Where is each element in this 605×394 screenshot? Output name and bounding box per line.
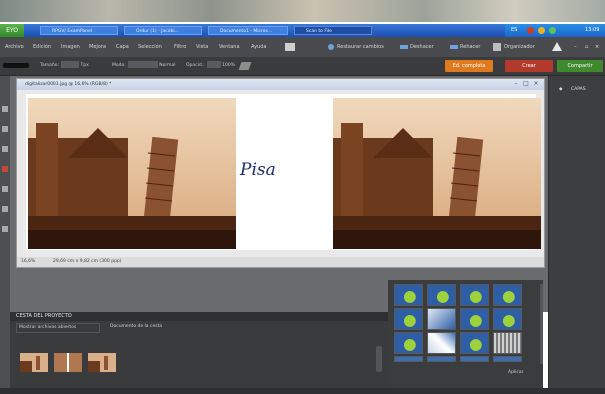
home-icon[interactable] bbox=[552, 42, 562, 51]
full-edit-tab[interactable]: Ed. completa bbox=[445, 60, 493, 72]
effects-panel: Aplicar bbox=[388, 280, 543, 388]
mode-control[interactable]: Modo: Normal bbox=[112, 57, 176, 75]
restore-button[interactable]: Restaurar cambios bbox=[337, 37, 384, 57]
clock: 13:09 bbox=[585, 27, 600, 33]
brush-preview-icon[interactable] bbox=[3, 63, 29, 68]
document-status-bar: 16,6% 29,69 cm x 9,82 cm (300 ppp) bbox=[17, 257, 544, 267]
layers-panel-header[interactable]: ◆ CAPAS bbox=[549, 84, 605, 96]
redo-icon bbox=[450, 45, 458, 49]
tool-icon[interactable] bbox=[2, 146, 8, 152]
taskbar-button-3[interactable]: Documento1 - Micros... bbox=[208, 26, 288, 35]
taskbar: EYO RPGV/ ExamPanel Ordur (1) - Jacobi..… bbox=[0, 24, 605, 37]
bin-label: Documento de la cesta bbox=[110, 324, 163, 329]
zoom-level[interactable]: 16,6% bbox=[21, 257, 35, 267]
menu-archivo[interactable]: Archivo bbox=[5, 37, 24, 57]
tray-icon[interactable] bbox=[538, 27, 545, 34]
image-canvas[interactable]: Pisa bbox=[26, 94, 541, 250]
doc-close-icon[interactable]: × bbox=[531, 80, 541, 88]
document-dimensions: 29,69 cm x 9,82 cm (300 ppp) bbox=[53, 259, 122, 264]
taskbar-button-1[interactable]: RPGV/ ExamPanel bbox=[40, 26, 118, 35]
size-control[interactable]: Tamaño: Tpx bbox=[40, 57, 89, 75]
effect-thumbnail[interactable] bbox=[460, 308, 489, 330]
menu-edicion[interactable]: Edición bbox=[33, 37, 51, 57]
taskbar-button-4[interactable]: Scan to File bbox=[294, 26, 372, 35]
effect-thumbnail[interactable] bbox=[394, 284, 423, 306]
tray-icon[interactable] bbox=[527, 27, 534, 34]
effect-thumbnail[interactable] bbox=[493, 308, 522, 330]
options-bar: Tamaño: Tpx Modo: Normal Opacid.: 100% E… bbox=[0, 57, 605, 76]
tool-icon[interactable] bbox=[2, 226, 8, 232]
apply-button[interactable]: Aplicar bbox=[508, 370, 524, 375]
effect-thumbnail[interactable] bbox=[427, 356, 456, 362]
effect-thumbnail[interactable] bbox=[460, 332, 489, 354]
menu-ayuda[interactable]: Ayuda bbox=[251, 37, 266, 57]
tool-icon[interactable] bbox=[2, 106, 8, 112]
show-files-dropdown[interactable]: Mostrar archivos abiertos bbox=[16, 323, 100, 333]
effect-thumbnail[interactable] bbox=[493, 332, 522, 354]
maximize-icon[interactable]: ▫ bbox=[585, 37, 588, 57]
close-icon[interactable]: × bbox=[595, 37, 599, 57]
bin-thumbnail[interactable] bbox=[88, 353, 116, 372]
restore-icon bbox=[328, 44, 334, 50]
project-bin-title[interactable]: CESTA DEL PROYECTO bbox=[10, 312, 388, 321]
palette-bin: ◆ CAPAS bbox=[548, 76, 605, 388]
tool-icon[interactable] bbox=[2, 166, 8, 172]
menu-imagen[interactable]: Imagen bbox=[61, 37, 80, 57]
effect-thumbnail[interactable] bbox=[427, 308, 456, 330]
stereo-photo-right bbox=[333, 98, 541, 249]
document-title[interactable]: digitalizar0001.jpg @ 16,6% (RGB/8) * bbox=[17, 79, 544, 90]
start-button[interactable]: EYO bbox=[0, 24, 24, 37]
organizer-icon bbox=[493, 43, 501, 51]
menu-ventana[interactable]: Ventana bbox=[219, 37, 240, 57]
handwritten-caption: Pisa bbox=[240, 160, 276, 180]
menu-filtro[interactable]: Filtro bbox=[174, 37, 186, 57]
effect-thumbnail[interactable] bbox=[493, 284, 522, 306]
tool-icon[interactable] bbox=[2, 126, 8, 132]
effect-thumbnail[interactable] bbox=[460, 356, 489, 362]
effect-thumbnail[interactable] bbox=[394, 356, 423, 362]
menu-mejora[interactable]: Mejora bbox=[89, 37, 106, 57]
organizer-button[interactable]: Organizador bbox=[504, 37, 535, 57]
tool-icon[interactable] bbox=[2, 186, 8, 192]
effect-thumbnail[interactable] bbox=[460, 284, 489, 306]
redo-button[interactable]: Rehacer bbox=[460, 37, 480, 57]
bin-thumbnail[interactable] bbox=[54, 353, 82, 372]
opacity-control[interactable]: Opacid.: 100% bbox=[186, 57, 235, 75]
effect-thumbnail[interactable] bbox=[427, 284, 456, 306]
panel-arrow-icon: ◆ bbox=[559, 87, 563, 92]
effect-thumbnail[interactable] bbox=[427, 332, 456, 354]
document-window: digitalizar0001.jpg @ 16,6% (RGB/8) * – … bbox=[16, 78, 545, 268]
stereo-photo-left bbox=[28, 98, 236, 249]
doc-minimize-icon[interactable]: – bbox=[511, 80, 521, 88]
menu-seleccion[interactable]: Selección bbox=[138, 37, 162, 57]
taskbar-button-2[interactable]: Ordur (1) - Jacobi... bbox=[124, 26, 202, 35]
desktop-wallpaper bbox=[0, 0, 605, 22]
share-tab[interactable]: Compartir bbox=[557, 60, 603, 72]
menu-bar: Archivo Edición Imagen Mejora Capa Selec… bbox=[0, 37, 605, 57]
tool-icon[interactable] bbox=[2, 206, 8, 212]
project-bin: CESTA DEL PROYECTO Mostrar archivos abie… bbox=[10, 312, 388, 388]
menu-capa[interactable]: Capa bbox=[116, 37, 129, 57]
doc-maximize-icon[interactable]: □ bbox=[521, 80, 531, 88]
effect-thumbnail[interactable] bbox=[493, 356, 522, 362]
effect-thumbnail[interactable] bbox=[394, 332, 423, 354]
menu-vista[interactable]: Vista bbox=[196, 37, 208, 57]
undo-button[interactable]: Deshacer bbox=[410, 37, 434, 57]
effect-thumbnail[interactable] bbox=[394, 308, 423, 330]
effects-scrollbar[interactable] bbox=[540, 284, 543, 364]
bottom-bar bbox=[0, 388, 605, 394]
minimize-icon[interactable]: – bbox=[574, 37, 577, 57]
create-tab[interactable]: Crear bbox=[505, 60, 553, 72]
system-tray: ES 13:09 bbox=[505, 24, 605, 37]
workspace-icon[interactable] bbox=[285, 43, 295, 51]
toolbox bbox=[0, 76, 10, 388]
language-indicator[interactable]: ES bbox=[511, 24, 517, 37]
undo-icon bbox=[400, 45, 408, 49]
bin-thumbnail[interactable] bbox=[20, 353, 48, 372]
tray-icon[interactable] bbox=[549, 27, 556, 34]
airbrush-icon[interactable] bbox=[238, 62, 252, 70]
bin-scrollbar[interactable] bbox=[376, 346, 382, 372]
